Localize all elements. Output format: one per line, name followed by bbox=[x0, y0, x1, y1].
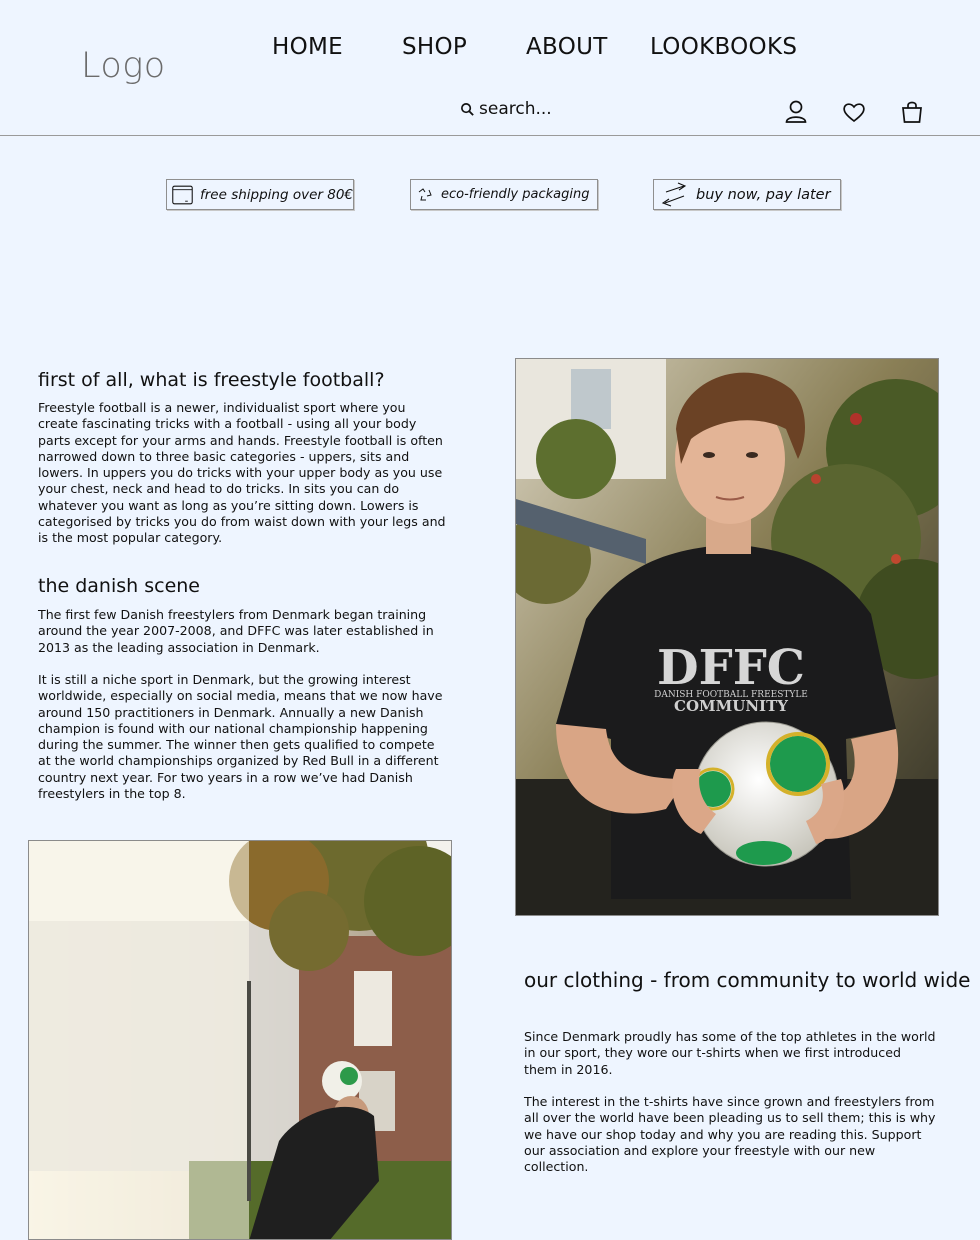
section-body-clothing-1: Since Denmark proudly has some of the to… bbox=[524, 1029, 936, 1077]
badge-eco-packaging: eco-friendly packaging bbox=[410, 179, 598, 210]
badge-free-shipping: free shipping over 80€ bbox=[166, 179, 354, 210]
badge-label: free shipping over 80€ bbox=[199, 186, 353, 203]
section-body-clothing-2: The interest in the t-shirts have since … bbox=[524, 1094, 936, 1175]
user-icon[interactable] bbox=[783, 99, 809, 125]
photo-player-heading-ball bbox=[28, 840, 452, 1240]
exchange-arrows-icon bbox=[661, 181, 687, 207]
section-title-danish-scene: the danish scene bbox=[38, 575, 200, 597]
section-body-freestyle: Freestyle football is a newer, individua… bbox=[38, 400, 446, 546]
nav-about[interactable]: ABOUT bbox=[526, 34, 608, 60]
nav-lookbooks[interactable]: LOOKBOOKS bbox=[650, 34, 797, 60]
shopping-bag-icon[interactable] bbox=[899, 99, 925, 125]
nav-shop[interactable]: SHOP bbox=[402, 34, 467, 60]
photo-player-holding-ball: DFFC DANISH FOOTBALL FREESTYLE COMMUNITY bbox=[515, 358, 939, 916]
package-icon bbox=[172, 185, 193, 204]
badge-label: eco-friendly packaging bbox=[441, 187, 590, 202]
photo-illustration bbox=[29, 841, 451, 1239]
search-bar bbox=[460, 99, 599, 119]
search-icon[interactable] bbox=[460, 102, 475, 117]
badge-buy-now-pay-later: buy now, pay later bbox=[653, 179, 841, 210]
heart-icon[interactable] bbox=[841, 99, 867, 125]
photo-illustration: DFFC DANISH FOOTBALL FREESTYLE COMMUNITY bbox=[516, 359, 938, 915]
section-title-clothing: our clothing - from community to world w… bbox=[524, 968, 971, 992]
tshirt-print-community: COMMUNITY bbox=[674, 697, 788, 715]
badge-label: buy now, pay later bbox=[696, 186, 831, 203]
section-title-freestyle: first of all, what is freestyle football… bbox=[38, 369, 385, 391]
search-input[interactable] bbox=[479, 99, 599, 119]
section-body-danish-scene-1: The first few Danish freestylers from De… bbox=[38, 607, 434, 655]
tshirt-print-dffc: DFFC bbox=[657, 640, 805, 696]
header-divider bbox=[0, 135, 980, 136]
recycle-icon bbox=[418, 187, 432, 200]
section-body-danish-scene-2: It is still a niche sport in Denmark, bu… bbox=[38, 672, 443, 802]
logo[interactable]: Logo bbox=[81, 46, 166, 86]
nav-home[interactable]: HOME bbox=[272, 34, 343, 60]
